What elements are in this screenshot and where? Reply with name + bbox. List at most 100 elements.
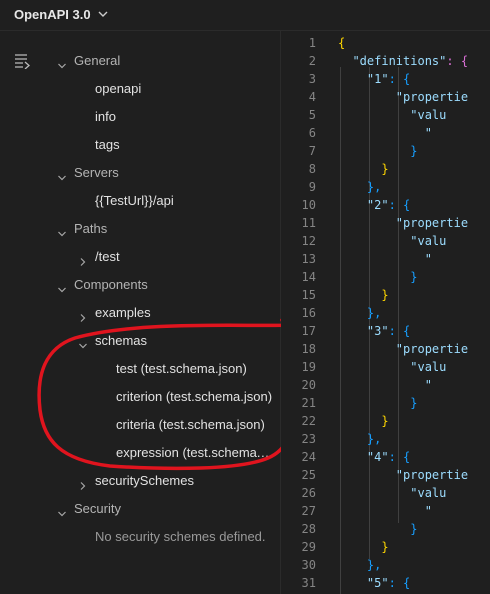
code-line: 13 "	[281, 250, 490, 268]
code-line: 26 "valu	[281, 484, 490, 502]
code-line: 3 "1": {	[281, 70, 490, 88]
tree-item-server-url[interactable]: {{TestUrl}}/api	[0, 190, 280, 212]
code-line: 25 "propertie	[281, 466, 490, 484]
tree-item-label: schemas	[95, 333, 148, 348]
code-line: 22 }	[281, 412, 490, 430]
code-line: 19 "valu	[281, 358, 490, 376]
code-token: : {	[388, 324, 411, 338]
tree-item-openapi[interactable]: openapi	[0, 78, 280, 100]
line-number: 24	[301, 450, 316, 464]
code-token: : {	[388, 450, 411, 464]
code-token: "propertie	[395, 90, 469, 104]
code-token: },	[366, 306, 382, 320]
tree-item-schemas[interactable]: schemas	[0, 330, 280, 352]
chevron-down-icon	[57, 168, 67, 190]
tree-item-info[interactable]: info	[0, 106, 280, 128]
chevron-down-icon	[78, 336, 88, 358]
code-token: }	[381, 414, 389, 428]
line-number: 3	[308, 72, 316, 86]
line-number: 30	[301, 558, 316, 572]
code-token: },	[366, 432, 382, 446]
code-token: "4"	[366, 450, 389, 464]
tree-item-label: /test	[95, 249, 120, 264]
section-components[interactable]: Components	[0, 274, 280, 296]
section-security[interactable]: Security	[0, 498, 280, 520]
tree-item-schema[interactable]: criterion (test.schema.json)	[0, 386, 280, 408]
json-editor[interactable]: 1{ 2 "definitions": { 3 "1": { 4 "proper…	[281, 31, 490, 594]
code-token: : {	[388, 72, 411, 86]
tree-item-label: expression (test.schema.json)	[116, 445, 276, 460]
outline-sidebar: General openapi info tags Servers {{Test…	[0, 31, 281, 594]
code-token: },	[366, 558, 382, 572]
line-number: 17	[301, 324, 316, 338]
chevron-down-icon	[57, 56, 67, 78]
code-token: }	[410, 270, 418, 284]
code-line: 1{	[281, 34, 490, 52]
code-line: 4 "propertie	[281, 88, 490, 106]
top-toolbar: OpenAPI 3.0	[0, 0, 490, 31]
tree-item-schema[interactable]: expression (test.schema.json)	[0, 442, 280, 464]
tree-item-examples[interactable]: examples	[0, 302, 280, 324]
code-line: 2 "definitions": {	[281, 52, 490, 70]
code-token: "	[424, 504, 432, 518]
code-token: : {	[388, 198, 411, 212]
tree-item-security-schemes[interactable]: securitySchemes	[0, 470, 280, 492]
empty-state-message: No security schemes defined.	[0, 526, 280, 548]
tree-item-label: criteria (test.schema.json)	[116, 417, 265, 432]
line-number: 9	[308, 180, 316, 194]
code-token: },	[366, 180, 382, 194]
line-number: 27	[301, 504, 316, 518]
chevron-right-icon	[78, 308, 88, 330]
code-line: 31 "5": {	[281, 574, 490, 592]
line-number: 13	[301, 252, 316, 266]
code-token: "valu	[410, 108, 447, 122]
code-token: {	[338, 36, 346, 50]
code-line: 30 },	[281, 556, 490, 574]
code-token: "3"	[366, 324, 389, 338]
section-paths[interactable]: Paths	[0, 218, 280, 240]
line-number: 11	[301, 216, 316, 230]
tree-item-label: test (test.schema.json)	[116, 361, 247, 376]
code-token: "valu	[410, 234, 447, 248]
line-number: 4	[308, 90, 316, 104]
code-token: "propertie	[395, 342, 469, 356]
spec-version-title[interactable]: OpenAPI 3.0	[14, 7, 91, 22]
tree-item-schema[interactable]: criteria (test.schema.json)	[0, 414, 280, 436]
code-token: "definitions"	[352, 54, 447, 68]
section-servers[interactable]: Servers	[0, 162, 280, 184]
code-token: "	[424, 252, 432, 266]
line-number: 20	[301, 378, 316, 392]
code-line: 14 }	[281, 268, 490, 286]
line-number: 6	[308, 126, 316, 140]
chevron-down-icon	[57, 224, 67, 246]
code-token: "	[424, 378, 432, 392]
code-token: }	[381, 540, 389, 554]
tree-item-path-test[interactable]: /test	[0, 246, 280, 268]
tree-item-label: info	[95, 109, 116, 124]
chevron-right-icon	[78, 476, 88, 498]
section-label: Servers	[74, 165, 119, 180]
code-line: 18 "propertie	[281, 340, 490, 358]
line-number: 7	[308, 144, 316, 158]
line-number: 29	[301, 540, 316, 554]
empty-message-text: No security schemes defined.	[95, 529, 266, 544]
code-token: "propertie	[395, 216, 469, 230]
line-number: 22	[301, 414, 316, 428]
tree-item-label: {{TestUrl}}/api	[95, 193, 174, 208]
tree-item-tags[interactable]: tags	[0, 134, 280, 156]
code-line: 6 "	[281, 124, 490, 142]
tree-item-schema[interactable]: test (test.schema.json)	[0, 358, 280, 380]
code-line: 12 "valu	[281, 232, 490, 250]
section-label: Components	[74, 277, 148, 292]
line-number: 2	[308, 54, 316, 68]
code-line: 24 "4": {	[281, 448, 490, 466]
chevron-down-icon[interactable]	[97, 8, 109, 23]
code-line: 15 }	[281, 286, 490, 304]
line-number: 10	[301, 198, 316, 212]
code-line: 8 }	[281, 160, 490, 178]
code-token: }	[381, 162, 389, 176]
chevron-down-icon	[57, 280, 67, 302]
tree-item-label: securitySchemes	[95, 473, 194, 488]
section-general[interactable]: General	[0, 50, 280, 72]
code-token: "1"	[366, 72, 389, 86]
